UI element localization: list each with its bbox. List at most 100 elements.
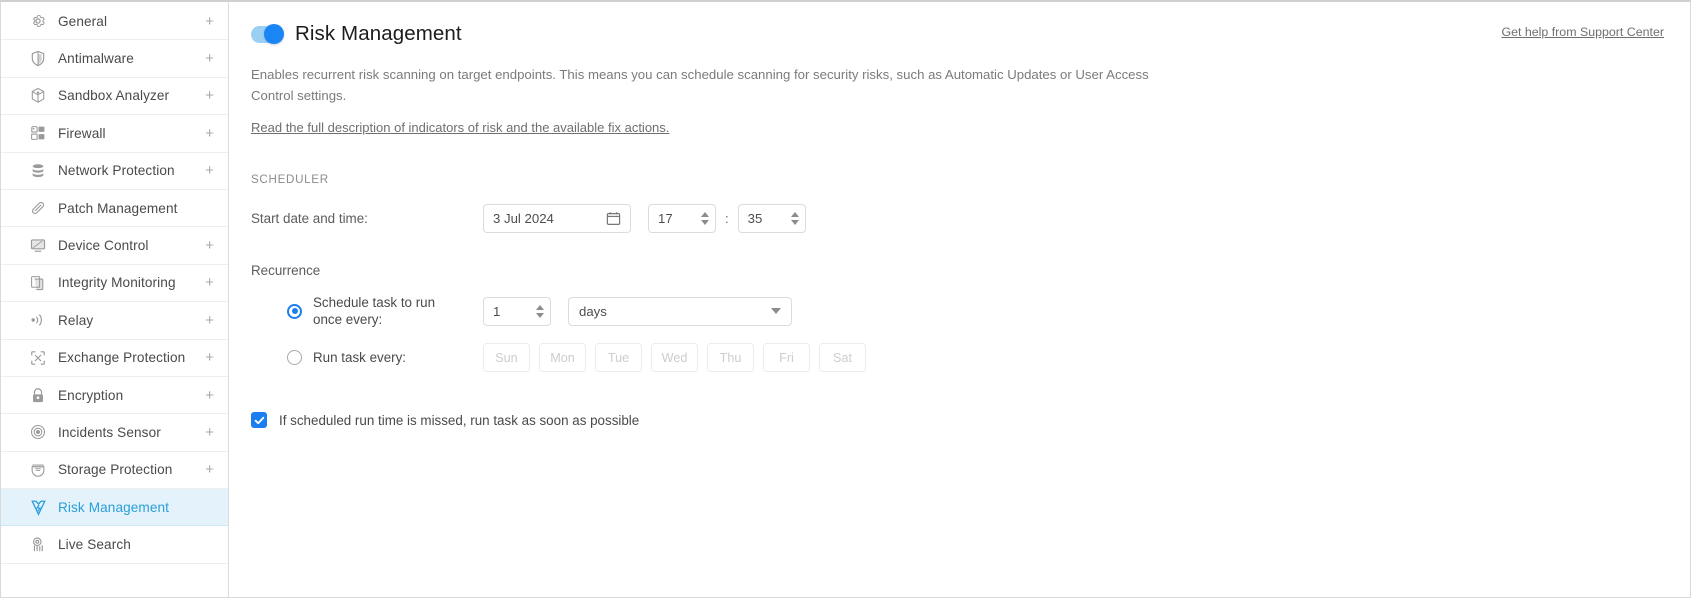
minute-spinner[interactable] [790, 211, 799, 225]
sidebar-item-label: Network Protection [58, 163, 175, 179]
sidebar-item-firewall[interactable]: Firewall + [1, 115, 228, 153]
target-icon [29, 423, 47, 441]
start-hour-input[interactable]: 17 [648, 203, 716, 233]
panel-header: Risk Management Get help from Support Ce… [251, 22, 1664, 46]
start-minute-input[interactable]: 35 [737, 203, 806, 233]
start-minute-value: 35 [747, 210, 763, 226]
sidebar-item-risk-management[interactable]: Risk Management [1, 489, 228, 527]
exchange-icon [29, 349, 47, 367]
sidebar-item-label: General [58, 13, 108, 29]
start-datetime-label: Start date and time: [251, 210, 368, 226]
sidebar-item-relay[interactable]: Relay + [1, 302, 228, 340]
weekday-button-wed[interactable]: Wed [651, 343, 698, 373]
weekday-button-fri[interactable]: Fri [763, 343, 810, 373]
weekday-button-tue[interactable]: Tue [595, 343, 642, 373]
risk-management-panel: Risk Management Get help from Support Ce… [229, 2, 1690, 597]
minute-decrement-arrow[interactable] [790, 219, 799, 225]
sidebar-item-live-search[interactable]: Live Search [1, 526, 228, 564]
missed-run-row: If scheduled run time is missed, run tas… [251, 412, 1664, 429]
sidebar-item-sandbox-analyzer[interactable]: Sandbox Analyzer + [1, 77, 228, 116]
minute-increment-arrow[interactable] [790, 211, 799, 217]
sidebar-expand-icon[interactable]: + [205, 462, 216, 477]
sidebar-expand-icon[interactable]: + [205, 275, 216, 290]
sidebar-item-storage-protection[interactable]: Storage Protection + [1, 451, 228, 490]
recurrence-unit-select[interactable]: days [568, 296, 792, 326]
recurrence-interval-value: 1 [493, 303, 501, 319]
sidebar-expand-icon[interactable]: + [205, 88, 216, 103]
documents-icon [29, 274, 47, 292]
sidebar-item-device-control[interactable]: Device Control + [1, 227, 228, 265]
sidebar-item-label: Antimalware [58, 51, 134, 67]
sidebar-item-label: Firewall [58, 125, 106, 141]
recurrence-weekly-option[interactable]: Run task every: [251, 349, 483, 367]
shield-icon [29, 50, 47, 68]
sidebar-expand-icon[interactable]: + [205, 313, 216, 328]
radio-run-task-every[interactable] [287, 350, 302, 366]
sidebar-item-label: Device Control [58, 238, 149, 254]
chevron-down-icon[interactable] [771, 308, 781, 315]
sidebar-expand-icon[interactable]: + [205, 388, 216, 403]
recurrence-once-option[interactable]: Schedule task to run once every: [251, 294, 483, 329]
sidebar-item-encryption[interactable]: Encryption + [1, 376, 228, 415]
sidebar-item-incidents-sensor[interactable]: Incidents Sensor + [1, 414, 228, 452]
lock-icon [29, 386, 47, 404]
bandage-icon [29, 199, 47, 217]
hour-decrement-arrow[interactable] [701, 219, 709, 225]
sidebar-item-label: Integrity Monitoring [58, 275, 176, 291]
sidebar-expand-icon[interactable]: + [205, 163, 216, 178]
hour-increment-arrow[interactable] [701, 211, 709, 217]
sidebar-expand-icon[interactable]: + [205, 238, 216, 253]
full-description-link[interactable]: Read the full description of indicators … [251, 120, 669, 135]
recurrence-weekly-row: Run task every: Sun Mon Tue Wed Thu Fri Sat [251, 343, 1664, 373]
toggle-knob [264, 24, 284, 44]
recurrence-heading: Recurrence [251, 262, 321, 278]
sidebar-item-network-protection[interactable]: Network Protection + [1, 152, 228, 190]
sidebar-item-label: Live Search [58, 537, 131, 553]
sidebar-expand-icon[interactable]: + [205, 14, 216, 29]
weekday-button-sun[interactable]: Sun [483, 343, 530, 373]
risk-management-toggle[interactable] [251, 24, 284, 44]
policy-settings-window: General + Antimalware + Sandbox Analyzer + Fir… [0, 0, 1691, 598]
sidebar-item-general[interactable]: General + [1, 3, 228, 41]
sidebar-item-antimalware[interactable]: Antimalware + [1, 40, 228, 78]
recurrence-interval-input[interactable]: 1 [483, 296, 551, 326]
sidebar-item-patch-management[interactable]: Patch Management [1, 189, 228, 228]
radio-schedule-once-label: Schedule task to run once every: [313, 294, 436, 328]
sidebar-item-label: Exchange Protection [58, 350, 186, 366]
calendar-icon[interactable] [606, 211, 621, 226]
radio-run-task-every-label: Run task every: [313, 349, 407, 365]
start-hour-value: 17 [658, 210, 673, 226]
time-separator: : [725, 210, 729, 226]
recurrence-unit-value: days [579, 303, 607, 319]
weekday-button-thu[interactable]: Thu [707, 343, 754, 373]
live-search-icon [29, 536, 47, 554]
recurrence-once-row: Schedule task to run once every: 1 days [251, 294, 1664, 329]
sidebar-item-integrity-monitoring[interactable]: Integrity Monitoring + [1, 264, 228, 303]
missed-run-label: If scheduled run time is missed, run tas… [279, 412, 640, 428]
support-center-link[interactable]: Get help from Support Center [1501, 25, 1664, 39]
interval-increment-arrow[interactable] [536, 304, 544, 310]
weekday-button-sat[interactable]: Sat [819, 343, 866, 373]
interval-decrement-arrow[interactable] [536, 312, 544, 318]
start-date-value: 3 Jul 2024 [493, 210, 554, 226]
sidebar-item-label: Relay [58, 312, 94, 328]
sidebar-expand-icon[interactable]: + [205, 51, 216, 66]
weekday-button-mon[interactable]: Mon [539, 343, 586, 373]
sidebar-expand-icon[interactable]: + [205, 126, 216, 141]
radio-schedule-once[interactable] [287, 303, 302, 319]
sidebar-item-label: Storage Protection [58, 462, 173, 478]
interval-spinner[interactable] [536, 304, 544, 318]
missed-run-checkbox[interactable] [251, 412, 267, 429]
scheduler-section-heading: SCHEDULER [251, 172, 329, 186]
brick-wall-icon [29, 124, 47, 142]
sidebar-expand-icon[interactable]: + [205, 350, 216, 365]
title-group: Risk Management [251, 22, 462, 46]
storage-icon [29, 461, 47, 479]
sidebar-item-exchange-protection[interactable]: Exchange Protection + [1, 339, 228, 377]
start-date-input[interactable]: 3 Jul 2024 [483, 203, 631, 233]
sidebar-item-label: Incidents Sensor [58, 424, 161, 440]
sidebar-expand-icon[interactable]: + [205, 425, 216, 440]
hour-spinner[interactable] [701, 211, 709, 225]
sidebar-item-label: Patch Management [58, 200, 178, 216]
gear-icon [29, 12, 47, 30]
